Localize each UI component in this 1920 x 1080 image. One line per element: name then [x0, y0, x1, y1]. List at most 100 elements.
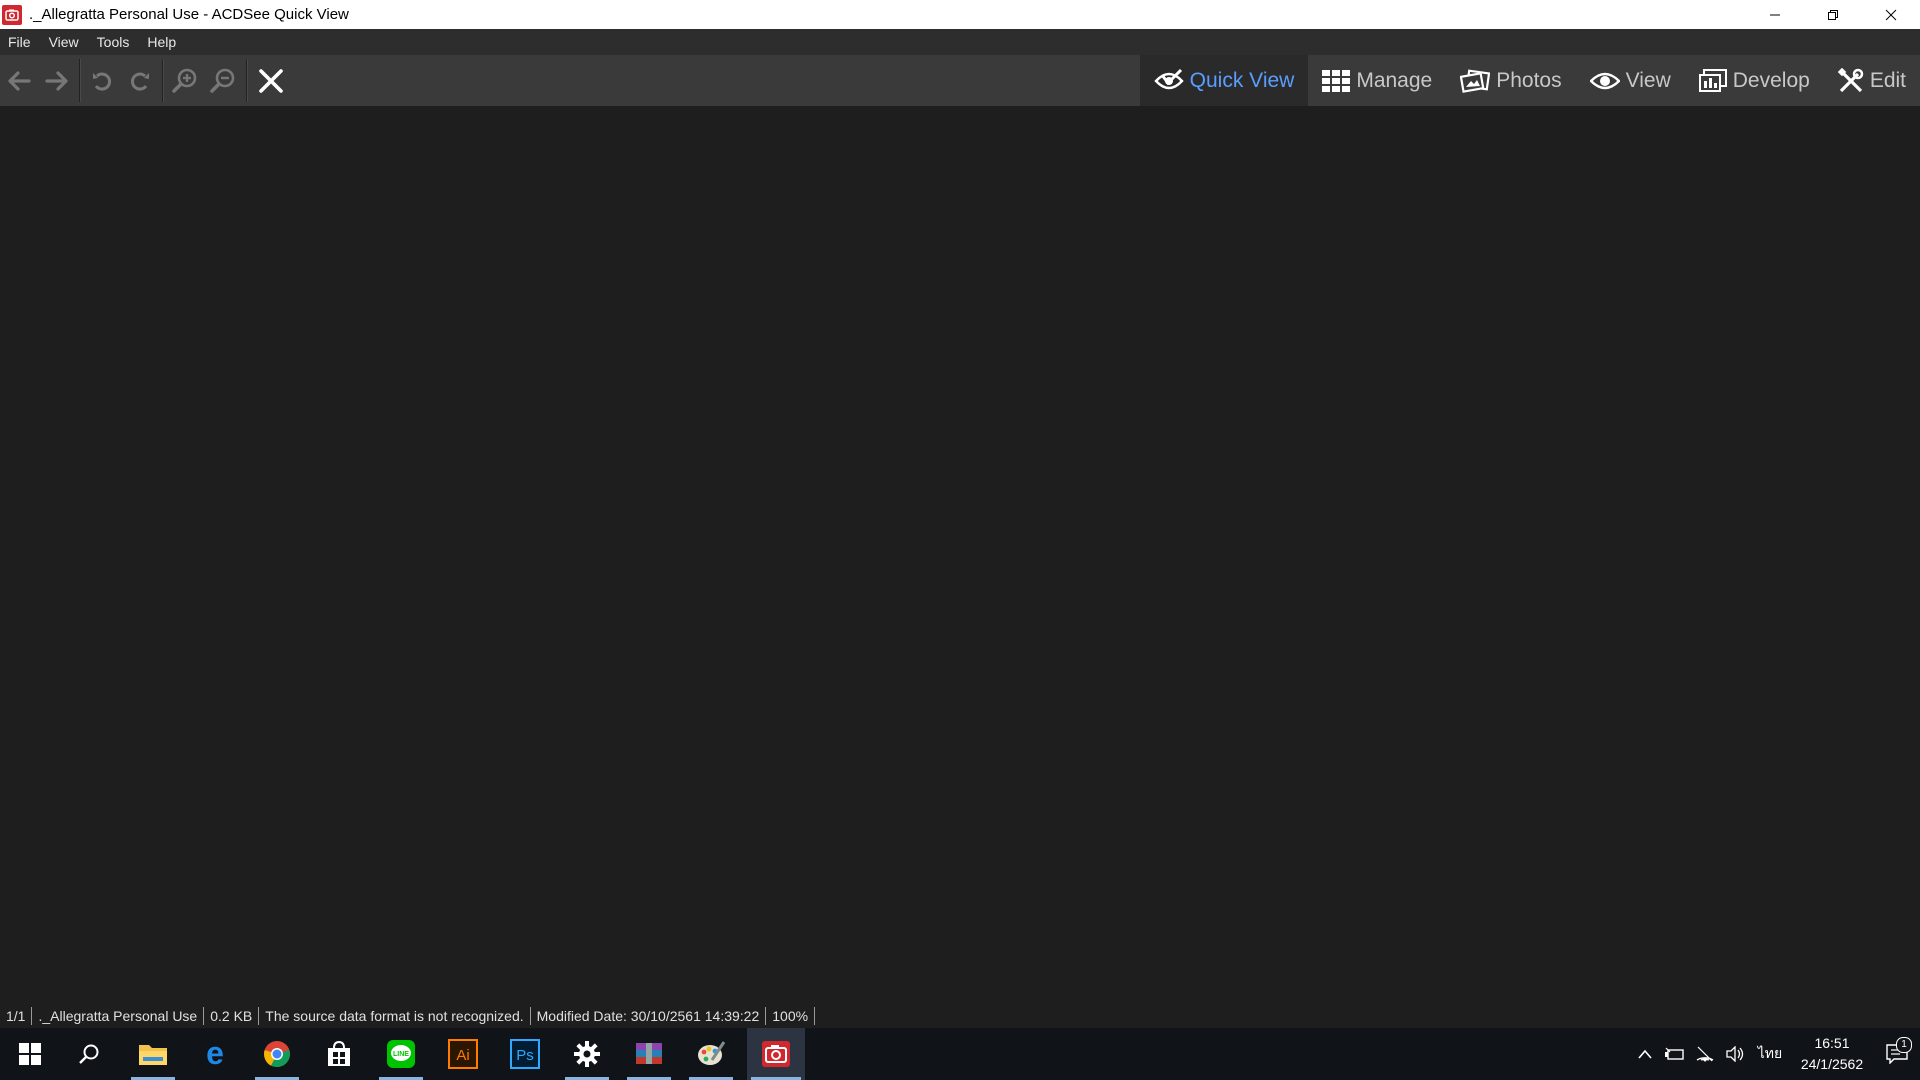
zoom-in-button[interactable] [166, 55, 204, 106]
line-taskbar-button[interactable]: LINE [375, 1028, 427, 1080]
window-title: ._Allegratta Personal Use - ACDSee Quick… [29, 6, 349, 23]
store-taskbar-button[interactable] [313, 1028, 365, 1080]
photoshop-icon: Ps [510, 1039, 540, 1069]
input-language-label: ไทย [1757, 1045, 1783, 1061]
close-viewer-button[interactable] [252, 55, 290, 106]
camera-icon [762, 1041, 790, 1067]
menu-help[interactable]: Help [138, 34, 185, 50]
start-button[interactable] [4, 1028, 56, 1080]
system-tray: ไทย 16:51 24/1/2562 1 [1630, 1028, 1920, 1080]
develop-icon [1698, 68, 1727, 92]
close-window-button[interactable] [1862, 0, 1920, 29]
toolbar: Quick View Manage Photos View Develop Ed… [0, 55, 1920, 106]
volume-button[interactable] [1720, 1046, 1750, 1062]
status-modified-date: Modified Date: 30/10/2561 14:39:22 [531, 1007, 767, 1025]
acdsee-taskbar-button[interactable] [747, 1028, 805, 1080]
previous-button[interactable] [0, 55, 38, 106]
status-bar: 1/1 ._Allegratta Personal Use 0.2 KB The… [0, 1004, 1920, 1028]
tab-view-label: View [1625, 68, 1671, 92]
store-icon [328, 1040, 350, 1066]
arrow-right-icon [45, 70, 68, 91]
paint-taskbar-button[interactable] [685, 1028, 737, 1080]
battery-button[interactable] [1660, 1047, 1690, 1061]
wifi-button[interactable] [1690, 1046, 1720, 1062]
photoshop-taskbar-button[interactable]: Ps [499, 1028, 551, 1080]
illustrator-taskbar-button[interactable]: Ai [437, 1028, 489, 1080]
status-position: 1/1 [0, 1007, 33, 1025]
mode-tabs: Quick View Manage Photos View Develop Ed… [1139, 55, 1920, 106]
minimize-button[interactable] [1746, 0, 1804, 29]
rotate-group [83, 55, 159, 106]
tab-manage-label: Manage [1356, 68, 1433, 92]
windows-logo-icon [19, 1043, 41, 1065]
tab-photos[interactable]: Photos [1446, 55, 1575, 106]
speaker-icon [1726, 1046, 1744, 1062]
toolbar-divider [246, 59, 248, 102]
clock-date: 24/1/2562 [1800, 1056, 1864, 1072]
palette-icon [698, 1041, 726, 1065]
window-controls [1746, 0, 1920, 29]
settings-taskbar-button[interactable] [561, 1028, 613, 1080]
close-x-icon [259, 68, 283, 93]
grid-icon [1322, 69, 1351, 92]
zoom-group [166, 55, 242, 106]
svg-text:Ai: Ai [456, 1047, 469, 1064]
edge-icon: e [206, 1039, 224, 1069]
clock-time: 16:51 [1814, 1035, 1850, 1051]
action-center-button[interactable]: 1 [1874, 1037, 1920, 1064]
navigation-group [0, 55, 76, 106]
status-file-size: 0.2 KB [204, 1007, 260, 1025]
rotate-left-button[interactable] [83, 55, 121, 106]
menu-bar: File View Tools Help [0, 29, 1920, 55]
image-viewer-area[interactable] [0, 106, 1920, 1006]
gear-icon [574, 1041, 600, 1067]
toolbar-divider [79, 59, 81, 102]
zoom-in-icon [172, 68, 197, 93]
zoom-out-icon [210, 68, 235, 93]
tab-quick-view-label: Quick View [1189, 68, 1295, 92]
status-zoom: 100% [766, 1007, 816, 1025]
eye-check-icon [1154, 68, 1184, 89]
edge-taskbar-button[interactable]: e [189, 1028, 241, 1080]
photos-icon [1460, 68, 1491, 93]
tab-edit[interactable]: Edit [1824, 55, 1920, 106]
next-button[interactable] [38, 55, 76, 106]
svg-text:e: e [206, 1039, 224, 1069]
zoom-out-button[interactable] [204, 55, 242, 106]
menu-tools[interactable]: Tools [88, 34, 139, 50]
archive-books-icon [636, 1043, 662, 1064]
rotate-left-icon [93, 72, 112, 91]
tab-view[interactable]: View [1576, 55, 1685, 106]
status-message: The source data format is not recognized… [259, 1007, 531, 1025]
restore-button[interactable] [1804, 0, 1862, 29]
tab-manage[interactable]: Manage [1308, 55, 1446, 106]
tab-quick-view[interactable]: Quick View [1139, 55, 1309, 106]
acdsee-app-icon[interactable] [2, 4, 22, 25]
arrow-left-icon [8, 70, 31, 91]
search-icon [79, 1044, 99, 1064]
tools-icon [1837, 67, 1864, 92]
line-app-icon: LINE [387, 1040, 415, 1068]
tab-develop[interactable]: Develop [1685, 55, 1824, 106]
rotate-right-button[interactable] [121, 55, 159, 106]
search-button[interactable] [63, 1028, 115, 1080]
rotate-right-icon [130, 72, 149, 91]
input-language-button[interactable]: ไทย [1750, 1043, 1790, 1065]
taskbar: e LINE Ai Ps ไทย 16:51 24/1/2562 1 [0, 1028, 1920, 1080]
svg-text:Ps: Ps [516, 1047, 534, 1064]
chevron-up-icon [1638, 1049, 1652, 1059]
title-bar: ._Allegratta Personal Use - ACDSee Quick… [0, 0, 1920, 29]
close-icon [1885, 9, 1897, 20]
show-hidden-icons-button[interactable] [1630, 1049, 1660, 1059]
toolbar-divider [162, 59, 164, 102]
tab-develop-label: Develop [1732, 68, 1810, 92]
menu-view[interactable]: View [40, 34, 88, 50]
svg-text:LINE: LINE [393, 1051, 409, 1058]
chrome-taskbar-button[interactable] [251, 1028, 303, 1080]
eye-icon [1589, 72, 1620, 89]
clock-button[interactable]: 16:51 24/1/2562 [1790, 1033, 1874, 1075]
file-explorer-taskbar-button[interactable] [127, 1028, 179, 1080]
menu-file[interactable]: File [0, 34, 40, 50]
winrar-taskbar-button[interactable] [623, 1028, 675, 1080]
status-filename: ._Allegratta Personal Use [32, 1007, 205, 1025]
